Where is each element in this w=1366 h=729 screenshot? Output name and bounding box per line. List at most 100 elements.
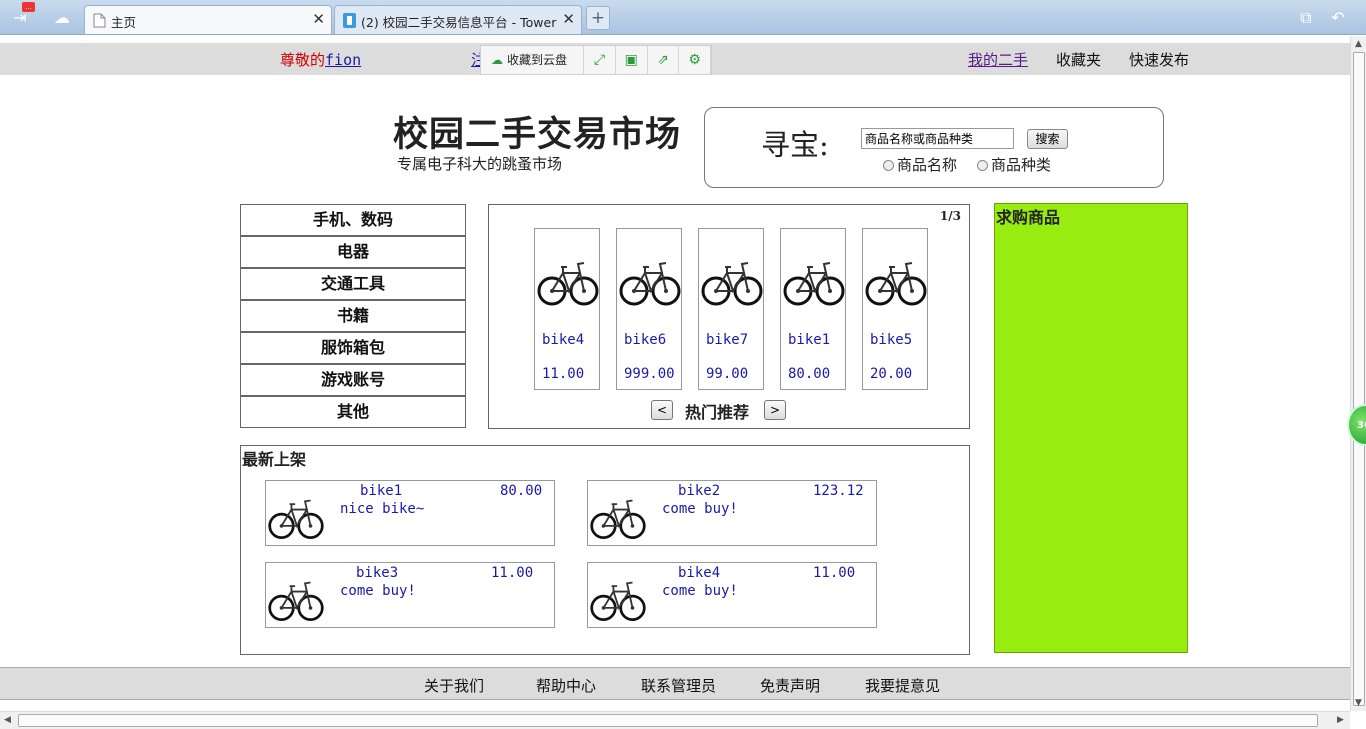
close-icon[interactable]: ✕ [562, 10, 575, 28]
wanted-panel: 求购商品 [994, 203, 1188, 653]
item-price: 11.00 [542, 366, 585, 382]
save-to-cloud-button[interactable]: ☁ 收藏到云盘 [481, 46, 585, 74]
horizontal-scrollbar[interactable]: ◀ ▶ [0, 711, 1350, 729]
item-name[interactable]: bike1 [360, 483, 402, 499]
hot-item[interactable]: bike7 99.00 [698, 228, 764, 390]
nav-my-items[interactable]: 我的二手 [968, 49, 1028, 70]
item-name[interactable]: bike4 [542, 332, 584, 348]
latest-item[interactable]: bike4 11.00 come buy! [587, 562, 877, 628]
scrollbar-thumb[interactable] [1353, 52, 1365, 706]
item-description: nice bike~ [340, 501, 425, 517]
tab-label: 主页 [111, 15, 137, 30]
item-name[interactable]: bike7 [706, 332, 748, 348]
latest-title: 最新上架 [242, 450, 307, 469]
radio-product-type[interactable]: 商品种类 [977, 154, 1051, 175]
hot-item[interactable]: bike6 999.00 [616, 228, 682, 390]
footer-about[interactable]: 关于我们 [424, 675, 484, 696]
browser-tab-bar: ⇥ ... ☁ 主页 ✕ (2) 校园二手交易信息平台 - Tower ✕ + … [0, 0, 1366, 35]
bicycle-icon [590, 581, 646, 622]
tower-icon [343, 13, 356, 28]
bicycle-icon [590, 499, 646, 540]
radio-label: 商品种类 [991, 156, 1052, 174]
nav-favorites[interactable]: 收藏夹 [1056, 49, 1101, 70]
tab-home[interactable]: 主页 ✕ [84, 5, 332, 34]
item-description: come buy! [662, 583, 738, 599]
hot-carousel: 1/3 bike4 11.00 bike6 999.00 bike7 99.00… [488, 204, 970, 429]
vertical-scrollbar[interactable]: ▲ ▼ [1350, 36, 1366, 711]
category-item[interactable]: 游戏账号 [240, 364, 466, 396]
hot-item[interactable]: bike1 80.00 [780, 228, 846, 390]
cloud-toolbar: ☁ 收藏到云盘 ⤢ ▣ ⇗ ⚙ [480, 45, 712, 75]
scroll-up-icon[interactable]: ▲ [1355, 39, 1362, 49]
scrollbar-thumb[interactable] [18, 714, 1318, 727]
item-name[interactable]: bike3 [356, 565, 398, 581]
item-name[interactable]: bike1 [788, 332, 830, 348]
category-item[interactable]: 其他 [240, 396, 466, 428]
footer-contact-admin[interactable]: 联系管理员 [641, 675, 716, 696]
cloud-icon[interactable]: ☁ [50, 7, 74, 29]
bicycle-icon [268, 499, 324, 540]
search-label: 寻宝: [761, 128, 829, 162]
tab-tower[interactable]: (2) 校园二手交易信息平台 - Tower ✕ [334, 5, 582, 34]
scroll-left-icon[interactable]: ◀ [4, 715, 11, 725]
search-panel: 寻宝: 搜索 商品名称 商品种类 [704, 107, 1164, 188]
undo-icon[interactable]: ↶ [1326, 7, 1350, 29]
radio-product-name[interactable]: 商品名称 [883, 154, 957, 175]
category-item[interactable]: 电器 [240, 236, 466, 268]
scroll-down-icon[interactable]: ▼ [1355, 698, 1362, 708]
category-menu: 手机、数码 电器 交通工具 书籍 服饰箱包 游戏账号 其他 [240, 204, 466, 428]
latest-item[interactable]: bike3 11.00 come buy! [265, 562, 555, 628]
item-price: 999.00 [624, 366, 675, 382]
window-icon[interactable]: ⧉ [1294, 7, 1318, 29]
bicycle-icon [701, 262, 763, 306]
save-icon[interactable]: ▣ [616, 46, 648, 74]
new-tab-button[interactable]: + [586, 6, 610, 30]
item-name[interactable]: bike4 [678, 565, 720, 581]
latest-panel: 最新上架 bike1 80.00 nice bike~ bike2 123.12… [240, 445, 970, 655]
item-price: 99.00 [706, 366, 749, 382]
item-name[interactable]: bike2 [678, 483, 720, 499]
item-price: 80.00 [500, 483, 543, 499]
hot-item[interactable]: bike4 11.00 [534, 228, 600, 390]
item-price: 80.00 [788, 366, 831, 382]
site-subtitle: 专属电子科大的跳蚤市场 [397, 155, 563, 173]
category-item[interactable]: 书籍 [240, 300, 466, 332]
username-link[interactable]: fion [325, 51, 361, 69]
wanted-title: 求购商品 [996, 208, 1061, 227]
item-description: come buy! [662, 501, 738, 517]
bicycle-icon [783, 262, 845, 306]
footer-help[interactable]: 帮助中心 [536, 675, 596, 696]
radio-label: 商品名称 [897, 156, 958, 174]
site-title: 校园二手交易市场 [393, 115, 682, 155]
category-item[interactable]: 手机、数码 [240, 204, 466, 236]
bicycle-icon [865, 262, 927, 306]
category-item[interactable]: 交通工具 [240, 268, 466, 300]
close-icon[interactable]: ✕ [312, 10, 325, 28]
item-name[interactable]: bike5 [870, 332, 912, 348]
gear-icon[interactable]: ⚙ [679, 46, 712, 74]
footer: 关于我们 帮助中心 联系管理员 免责声明 我要提意见 [0, 667, 1350, 700]
hot-item[interactable]: bike5 20.00 [862, 228, 928, 390]
share-icon[interactable]: ⇗ [648, 46, 680, 74]
bicycle-icon [537, 262, 599, 306]
item-name[interactable]: bike6 [624, 332, 666, 348]
search-input[interactable] [861, 128, 1014, 149]
page-indicator: 1/3 [939, 209, 961, 223]
carousel-next-button[interactable]: > [764, 400, 786, 420]
latest-item[interactable]: bike1 80.00 nice bike~ [265, 480, 555, 546]
tab-label: (2) 校园二手交易信息平台 - Tower [361, 15, 557, 30]
greeting-prefix: 尊敬的 [280, 51, 326, 69]
radio-icon [977, 160, 988, 171]
category-item[interactable]: 服饰箱包 [240, 332, 466, 364]
search-button[interactable]: 搜索 [1027, 129, 1068, 149]
bicycle-icon [268, 581, 324, 622]
carousel-prev-button[interactable]: < [651, 400, 673, 420]
nav-quick-post[interactable]: 快速发布 [1129, 49, 1189, 70]
fullscreen-icon[interactable]: ⤢ [584, 46, 616, 74]
latest-item[interactable]: bike2 123.12 come buy! [587, 480, 877, 546]
hot-title: 热门推荐 [685, 403, 750, 422]
scroll-right-icon[interactable]: ▶ [1337, 715, 1344, 725]
page-icon [93, 13, 106, 28]
footer-disclaimer[interactable]: 免责声明 [760, 675, 820, 696]
footer-feedback[interactable]: 我要提意见 [865, 675, 940, 696]
